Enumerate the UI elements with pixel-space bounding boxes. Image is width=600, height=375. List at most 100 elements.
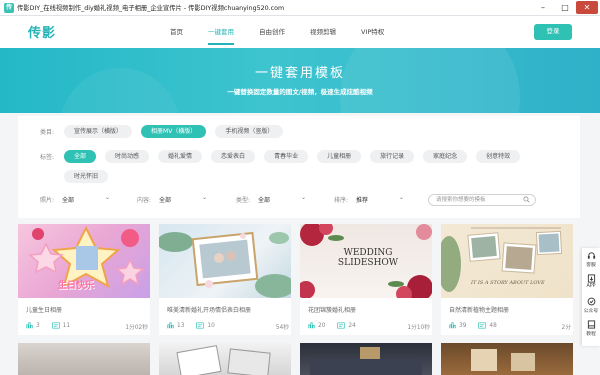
template-card[interactable]: WEDDING SLIDESHOW 花团锦簇婚礼相册 20 24 1分10秒	[300, 224, 432, 335]
window-controls: – □ ✕	[532, 1, 598, 14]
text-count-icon	[478, 322, 487, 329]
card-title: 自然清新植物主题相册	[449, 307, 510, 314]
template-card[interactable]	[300, 343, 432, 375]
photo-select-label: 照片:	[40, 197, 55, 204]
app-label: APP	[586, 284, 596, 289]
card-title: 唯美清新婚礼开场情侣表白相册	[167, 307, 252, 314]
photo-collage-artwork	[441, 227, 563, 292]
minimize-icon[interactable]: –	[532, 1, 554, 14]
wedding-frame-artwork	[159, 231, 291, 298]
template-card[interactable]	[159, 343, 291, 375]
image-count: 13	[177, 322, 185, 329]
wechat-button[interactable]: 公众号	[582, 297, 600, 314]
search-input[interactable]: 请搜索你想要的模板	[428, 194, 536, 206]
template-thumbnail[interactable]: IT IS A STORY ABOUT LOVE	[441, 224, 573, 298]
card-title: 儿童生日相册	[26, 307, 63, 314]
nav-video-edit[interactable]: 视频剪辑	[310, 16, 336, 48]
text-count: 48	[489, 322, 497, 329]
duration: 54秒	[275, 325, 289, 331]
service-button[interactable]: 客服	[582, 251, 600, 268]
sort-select[interactable]: 排序: 推荐 ⌄	[334, 194, 405, 204]
tag-chip[interactable]: 时尚动感	[105, 150, 150, 163]
nav-home[interactable]: 首页	[170, 16, 183, 48]
wechat-icon	[587, 297, 595, 306]
close-icon[interactable]: ✕	[576, 1, 598, 14]
tag-chip[interactable]: 旅行记录	[370, 150, 415, 163]
template-thumbnail[interactable]: WEDDING SLIDESHOW	[300, 224, 432, 298]
sort-select-value: 推荐	[356, 197, 369, 204]
tag-chip[interactable]: 创意特效	[476, 150, 521, 163]
duration: 2分	[561, 325, 572, 331]
image-count-icon	[26, 322, 33, 329]
tag-chip[interactable]: 青春毕业	[264, 150, 309, 163]
tag-chip[interactable]: 婚礼爱情	[158, 150, 203, 163]
banner-title: 一键套用模板	[254, 66, 345, 81]
tag-chip[interactable]: 时光怀旧	[64, 170, 109, 183]
maximize-icon[interactable]: □	[554, 1, 576, 14]
tutorial-label: 教程	[586, 332, 596, 337]
site-header: 传影 首页 一键套用 自由创作 视频剪辑 VIP特权 登录	[0, 16, 600, 48]
photo-select[interactable]: 照片: 全部 ⌄	[40, 194, 111, 204]
text-count: 24	[348, 322, 356, 329]
main-nav: 首页 一键套用 自由创作 视频剪辑 VIP特权	[170, 16, 409, 48]
tag-row: 标签: 全部 时尚动感 婚礼爱情 恋爱表白 青春毕业 儿童相册 旅行记录 家庭纪…	[18, 150, 529, 163]
template-thumbnail	[310, 347, 422, 375]
image-count-icon	[449, 322, 456, 329]
template-card[interactable]: 生日快乐 儿童生日相册 3 11 1分02秒	[18, 224, 150, 335]
card-title: 花团锦簇婚礼相册	[308, 307, 357, 314]
nav-free-create[interactable]: 自由创作	[259, 16, 285, 48]
tag-chip[interactable]: 家庭纪念	[423, 150, 468, 163]
tag-chip-active[interactable]: 全部	[64, 150, 97, 163]
category-label: 类目:	[39, 129, 54, 136]
template-thumbnail	[176, 345, 271, 375]
template-card[interactable]: 唯美清新婚礼开场情侣表白相册 13 10 54秒	[159, 224, 291, 335]
text-count-icon	[196, 322, 205, 329]
template-thumbnail	[471, 349, 535, 371]
content-select-value: 全部	[159, 197, 172, 204]
app-icon: 传	[4, 2, 14, 13]
tag-chip[interactable]: 恋爱表白	[211, 150, 256, 163]
nav-one-click[interactable]: 一键套用	[208, 16, 234, 48]
photo-select-value: 全部	[62, 197, 75, 204]
category-chip-active[interactable]: 相册MV（横版）	[141, 125, 207, 138]
category-row: 类目: 宣传展示（横版） 相册MV（横版） 手机视频（竖版）	[18, 125, 292, 138]
template-card[interactable]: IT IS A STORY ABOUT LOVE 自然清新植物主题相册 39 4…	[441, 224, 573, 335]
app-button[interactable]: APP	[582, 274, 600, 289]
category-chip[interactable]: 宣传展示（横版）	[64, 125, 133, 138]
logo[interactable]: 传影	[28, 22, 56, 41]
type-select-value: 全部	[258, 197, 271, 204]
tutorial-button[interactable]: 教程	[582, 320, 600, 337]
chevron-down-icon: ⌄	[399, 194, 405, 201]
template-thumbnail[interactable]: 生日快乐	[18, 224, 150, 298]
download-icon	[587, 274, 595, 283]
chevron-down-icon: ⌄	[105, 194, 111, 201]
tag-label: 标签:	[39, 154, 54, 161]
card-stats: 13 10	[167, 322, 285, 329]
template-card[interactable]	[18, 343, 150, 375]
template-thumbnail[interactable]	[159, 224, 291, 298]
headset-icon	[587, 252, 595, 259]
content-select[interactable]: 内容: 全部 ⌄	[137, 194, 207, 204]
content-select-label: 内容:	[137, 197, 152, 204]
category-chip[interactable]: 手机视频（竖版）	[215, 125, 284, 138]
duration: 1分10秒	[407, 325, 430, 331]
search-placeholder: 请搜索你想要的模板	[436, 197, 486, 203]
text-count-icon	[52, 322, 60, 329]
login-button[interactable]: 登录	[534, 24, 572, 40]
thumb-caption: IT IS A STORY ABOUT LOVE	[471, 280, 545, 286]
tag-chip[interactable]: 儿童相册	[317, 150, 362, 163]
nav-vip[interactable]: VIP特权	[361, 16, 384, 48]
image-count: 39	[459, 322, 467, 329]
service-label: 客服	[586, 263, 596, 268]
text-count: 10	[207, 322, 215, 329]
template-card[interactable]	[441, 343, 573, 375]
search-icon[interactable]	[523, 196, 530, 203]
tag-row-2: 时光怀旧	[64, 170, 117, 183]
filter-panel: 类目: 宣传展示（横版） 相册MV（横版） 手机视频（竖版） 标签: 全部 时尚…	[18, 116, 580, 218]
text-count: 11	[62, 322, 71, 329]
type-select[interactable]: 类型: 全部 ⌄	[236, 194, 306, 204]
hero-banner: 一键套用模板 一键替换固定数量的图文/视频，极速生成炫酷视频	[0, 48, 600, 113]
window-title: 传影DIY_在线视频制作_diy婚礼视频_电子相册_企业宣传片 - 传影DIY视…	[17, 5, 285, 12]
image-count: 3	[36, 322, 40, 329]
duration: 1分02秒	[125, 325, 148, 331]
